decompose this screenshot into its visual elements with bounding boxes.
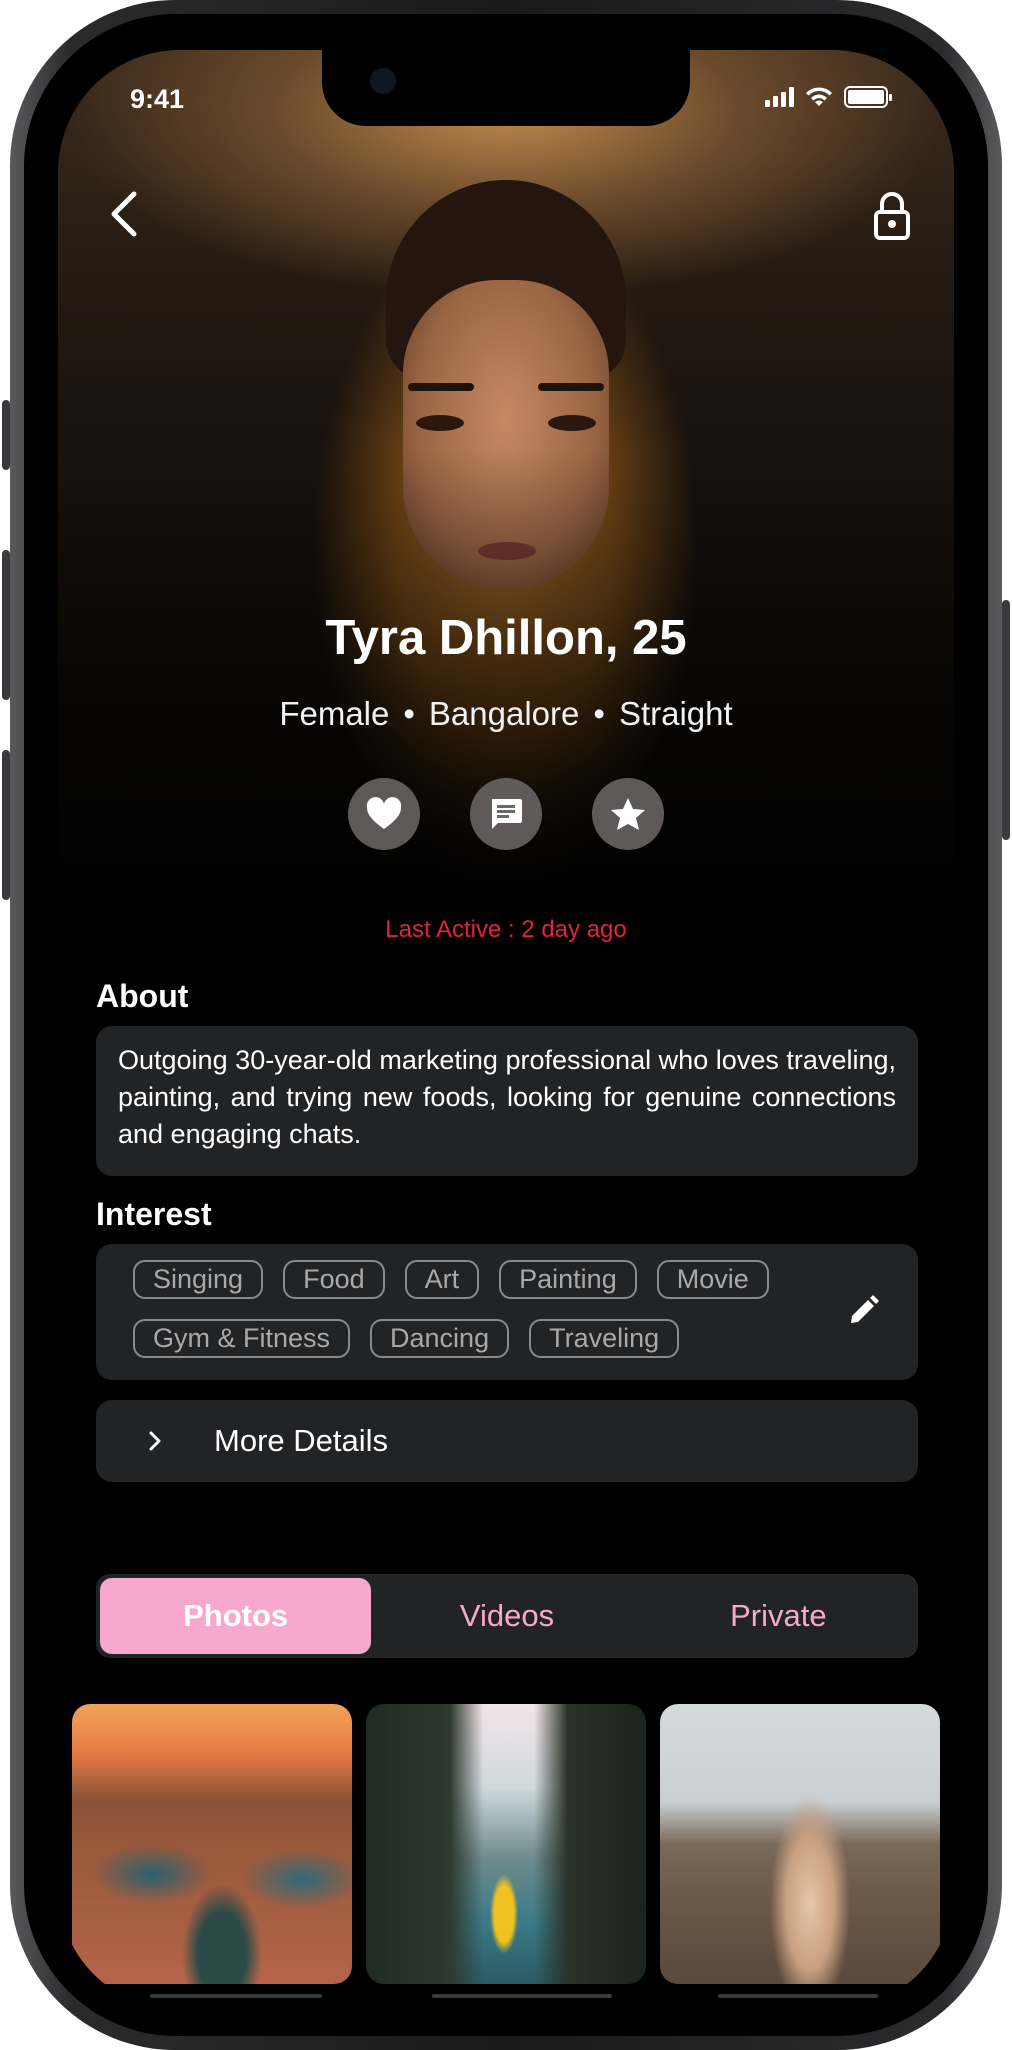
interest-chip[interactable]: Painting	[499, 1260, 637, 1299]
star-icon	[611, 798, 645, 830]
lock-icon	[874, 192, 910, 240]
photo-face	[403, 280, 609, 590]
profile-gender: Female	[279, 695, 390, 732]
interest-chip[interactable]: Movie	[656, 1260, 769, 1299]
photo-thumbnail[interactable]	[660, 1704, 940, 1984]
thumbnail-caption-bar	[718, 1994, 878, 1998]
photo-thumbnail[interactable]	[72, 1704, 352, 1984]
interest-chip[interactable]: Gym & Fitness	[133, 1319, 351, 1358]
interest-heading: Interest	[96, 1196, 212, 1232]
photo-brow-left	[408, 383, 474, 391]
photo-eye-left	[416, 415, 464, 431]
mute-switch	[2, 400, 10, 470]
chevron-left-icon	[111, 191, 137, 237]
screen: 9:41 Tyra Dhillon, 25 Female • Bangalore • S…	[58, 50, 954, 2010]
profile-actions	[348, 778, 664, 850]
front-camera	[370, 68, 396, 94]
status-time: 9:41	[130, 84, 185, 114]
lock-button[interactable]	[868, 188, 916, 244]
photo-eye-right	[548, 415, 596, 431]
more-details-label: More Details	[214, 1423, 388, 1458]
photo-thumbnail[interactable]	[366, 1704, 646, 1984]
chevron-right-icon	[149, 1431, 161, 1451]
tab-private[interactable]: Private	[643, 1578, 914, 1654]
profile-orientation: Straight	[618, 695, 733, 732]
like-button[interactable]	[348, 778, 420, 850]
thumbnail-caption-bar	[150, 1994, 322, 1998]
heart-icon	[366, 797, 402, 829]
photo-brow-right	[538, 383, 604, 391]
thumbnail-caption-bar	[432, 1994, 612, 1998]
about-text: Outgoing 30-year-old marketing professio…	[118, 1045, 896, 1149]
interest-card: Singing Food Art Painting Movie Gym & Fi…	[96, 1244, 918, 1380]
media-tabs: Photos Videos Private	[96, 1574, 918, 1658]
battery-icon	[844, 86, 892, 108]
interest-chip[interactable]: Traveling	[529, 1319, 680, 1358]
interest-chip[interactable]: Singing	[133, 1260, 264, 1299]
cellular-signal-icon	[765, 87, 794, 107]
volume-down-button	[2, 750, 10, 900]
interest-chip[interactable]: Art	[404, 1260, 480, 1299]
status-icons	[765, 86, 892, 108]
tab-photos[interactable]: Photos	[100, 1578, 372, 1654]
interest-chip[interactable]: Dancing	[370, 1319, 510, 1358]
edit-interests-button[interactable]	[846, 1294, 880, 1328]
message-button[interactable]	[470, 778, 542, 850]
back-button[interactable]	[102, 186, 150, 242]
wifi-icon	[806, 87, 832, 106]
volume-up-button	[2, 550, 10, 700]
chat-icon	[492, 799, 522, 829]
meta-separator: •	[593, 695, 605, 732]
interest-chip[interactable]: Food	[283, 1260, 385, 1299]
power-button	[1002, 600, 1010, 840]
more-details-row[interactable]: More Details	[96, 1400, 918, 1482]
profile-hero-photo	[58, 50, 954, 890]
profile-meta: Female • Bangalore • Straight	[58, 695, 954, 733]
favorite-button[interactable]	[592, 778, 664, 850]
meta-separator: •	[403, 695, 415, 732]
interest-chip-list: Singing Food Art Painting Movie Gym & Fi…	[133, 1260, 833, 1358]
pencil-icon	[851, 1295, 879, 1323]
last-active-status: Last Active : 2 day ago	[385, 916, 627, 943]
photo-lips	[478, 542, 536, 560]
about-card: Outgoing 30-year-old marketing professio…	[96, 1026, 918, 1176]
about-heading: About	[96, 978, 189, 1014]
photo-grid	[72, 1704, 940, 1984]
tab-videos[interactable]: Videos	[371, 1578, 642, 1654]
profile-city: Bangalore	[428, 695, 580, 732]
profile-name-age: Tyra Dhillon, 25	[325, 611, 687, 665]
